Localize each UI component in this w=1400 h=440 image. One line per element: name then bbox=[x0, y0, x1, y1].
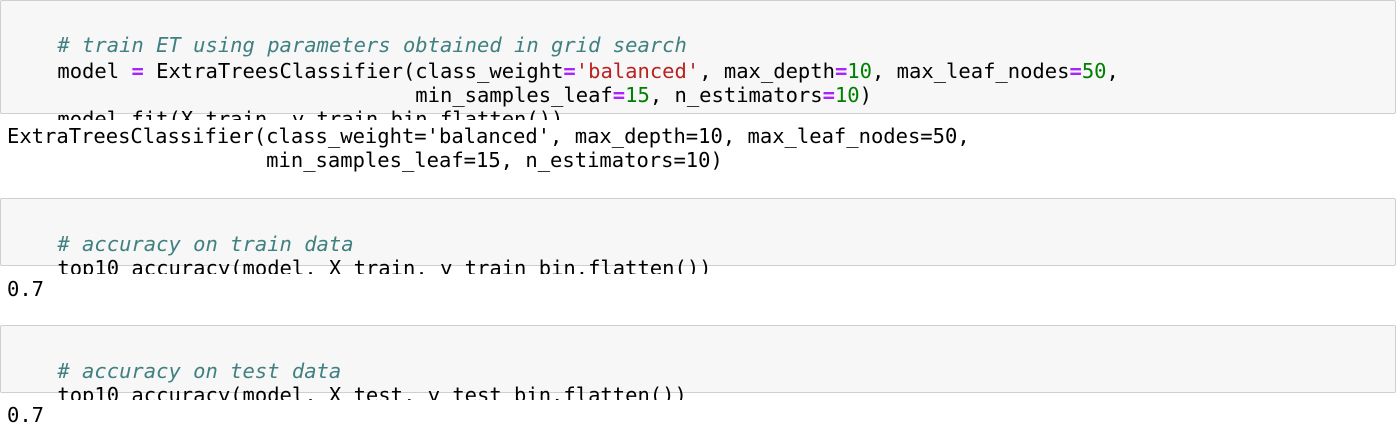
code-token: ) bbox=[859, 83, 872, 107]
code-line: top10_accuracy(model, X_train, y_train_b… bbox=[8, 232, 711, 280]
code-number: 15 bbox=[625, 83, 650, 107]
code-cell-train-accuracy[interactable]: # accuracy on train data top10_accuracy(… bbox=[0, 198, 1396, 280]
code-line: model = ExtraTreesClassifier(class_weigh… bbox=[8, 35, 1118, 83]
output-line: 0.7 bbox=[7, 403, 45, 427]
output-line: ExtraTreesClassifier(class_weight='balan… bbox=[7, 124, 970, 148]
code-line: # accuracy on train data bbox=[8, 208, 353, 256]
code-line: top10_accuracy(model, X_test, y_test_bin… bbox=[8, 359, 686, 407]
output-cell-model-repr: ExtraTreesClassifier(class_weight='balan… bbox=[0, 120, 1396, 174]
code-cell-train-model[interactable]: # train ET using parameters obtained in … bbox=[0, 0, 1396, 131]
code-operator: = bbox=[612, 83, 626, 107]
code-operator: = bbox=[1069, 59, 1082, 83]
code-number: 50 bbox=[1081, 59, 1107, 83]
code-line: # accuracy on test data bbox=[8, 335, 341, 383]
code-number: 10 bbox=[834, 83, 860, 107]
code-token: , bbox=[1106, 59, 1119, 83]
output-line: min_samples_leaf=15, n_estimators=10) bbox=[7, 148, 723, 172]
output-line: 0.7 bbox=[7, 277, 45, 301]
code-line: model.fit(X_train, y_train_bin.flatten()… bbox=[8, 83, 563, 131]
output-cell-train-accuracy: 0.7 bbox=[0, 274, 1396, 304]
code-operator: = bbox=[822, 83, 835, 107]
code-line: # train ET using parameters obtained in … bbox=[8, 9, 686, 57]
code-token: , max_leaf_nodes bbox=[871, 59, 1070, 83]
code-cell-test-accuracy[interactable]: # accuracy on test data top10_accuracy(m… bbox=[0, 325, 1396, 407]
code-line: min_samples_leaf=15, n_estimators=10) bbox=[8, 59, 872, 107]
output-cell-test-accuracy: 0.7 bbox=[0, 400, 1396, 430]
code-token: , n_estimators bbox=[649, 83, 823, 107]
